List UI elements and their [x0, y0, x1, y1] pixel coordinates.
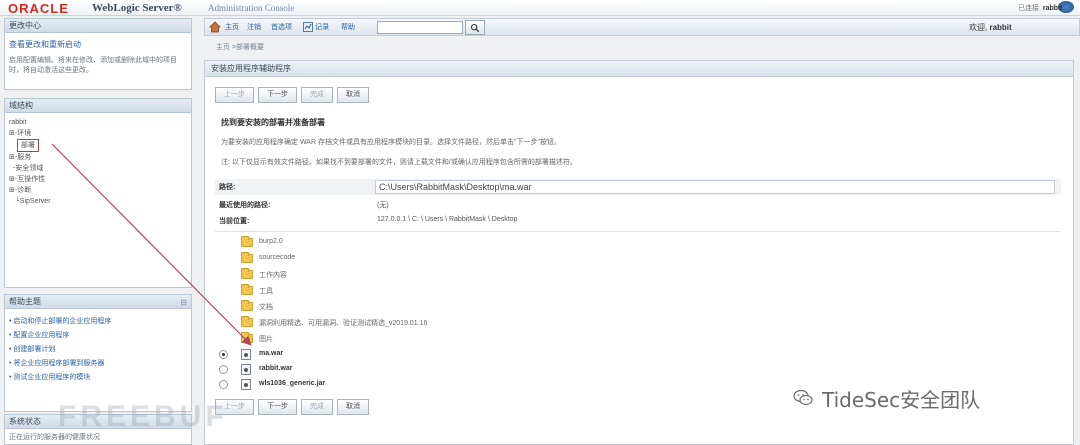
back-button[interactable]: 上一步: [215, 87, 254, 103]
search-input[interactable]: [377, 21, 463, 34]
view-changes-link[interactable]: 查看更改和重新启动: [9, 39, 187, 50]
file-radio[interactable]: [219, 380, 228, 389]
wizard-buttons-bottom: 上一步 下一步 完成 取消: [215, 399, 369, 415]
folder-icon: [241, 236, 253, 247]
file-item-ma-war[interactable]: ma.war: [215, 348, 615, 362]
watermark-tidesec: TideSec安全团队: [822, 388, 981, 412]
note-text: 注: 以下仅显示有效文件路径。如果找不到要部署的文件，则请上载文件和/或确认应用…: [221, 159, 577, 166]
domain-structure-panel: 域结构 rabbit ⊞-环境 部署 ⊞-服务 -安全领域 ⊞-互操作性 ⊞-诊…: [4, 98, 192, 288]
top-toolbar: 主页 注销 首选项 记录 帮助 欢迎, rabbit: [204, 18, 1080, 36]
help-topic-item[interactable]: 启动和停止部署的企业应用程序: [9, 315, 187, 329]
help-topic-item[interactable]: 将企业应用程序部署到服务器: [9, 357, 187, 371]
product-subtitle: Administration Console: [208, 3, 295, 13]
finish-button-bottom[interactable]: 完成: [301, 399, 333, 415]
cancel-button[interactable]: 取消: [337, 87, 369, 103]
file-radio[interactable]: [219, 350, 228, 359]
toolbar-preferences-link[interactable]: 首选项: [271, 22, 292, 32]
current-location-label: 当前位置:: [219, 218, 250, 225]
oracle-logo: ORACLE: [8, 1, 69, 16]
tree-item-diagnostics[interactable]: ⊞-诊断: [9, 185, 187, 196]
path-input[interactable]: [375, 180, 1055, 194]
tree-item-security-realms[interactable]: -安全领域: [9, 163, 187, 174]
folder-item[interactable]: 工具: [215, 284, 615, 298]
search-icon: [470, 23, 480, 33]
folder-item[interactable]: sourcecode: [215, 252, 615, 266]
record-icon[interactable]: [303, 22, 313, 32]
change-center-panel: 更改中心 查看更改和重新启动 启用配置编辑。将来在修改、添加或删除此域中的项目时…: [4, 18, 192, 90]
intro-text: 为要安装的应用程序确定 WAR 存档文件或具有应用程序模块的目录。选择文件路径，…: [221, 139, 561, 146]
folder-item[interactable]: 文档: [215, 300, 615, 314]
tree-item-sipserver[interactable]: └SipServer: [9, 196, 187, 207]
folder-icon: [241, 316, 253, 327]
left-sidebar: 更改中心 查看更改和重新启动 启用配置编辑。将来在修改、添加或删除此域中的项目时…: [4, 18, 192, 445]
search-button[interactable]: [465, 20, 485, 35]
cancel-button-bottom[interactable]: 取消: [337, 399, 369, 415]
file-item-jar[interactable]: wls1036_generic.jar: [215, 378, 615, 392]
path-row: 路径:: [215, 179, 1061, 195]
toolbar-logout-link[interactable]: 注销: [247, 22, 261, 32]
collapse-icon[interactable]: ⊟: [180, 296, 187, 310]
help-topics-panel: 帮助主题⊟ 启动和停止部署的企业应用程序 配置企业应用程序 创建部署计划 将企业…: [4, 294, 192, 412]
folder-item[interactable]: burp2.0: [215, 236, 615, 250]
finish-button[interactable]: 完成: [301, 87, 333, 103]
section-heading: 找到要安装的部署并准备部署: [221, 118, 325, 127]
recent-path-label: 最近使用的路径:: [219, 202, 271, 209]
change-center-text: 启用配置编辑。将来在修改、添加或删除此域中的项目时，将自动激活这些更改。: [9, 57, 177, 74]
watermark-freebuf: FREEBUF: [58, 400, 228, 433]
next-button[interactable]: 下一步: [258, 87, 297, 103]
help-topic-item[interactable]: 创建部署计划: [9, 343, 187, 357]
welcome-text: 欢迎, rabbit: [969, 23, 1012, 32]
header-banner: ORACLE WebLogic Server® Administration C…: [0, 0, 1080, 16]
folder-item[interactable]: 工作内容: [215, 268, 615, 282]
help-topic-item[interactable]: 配置企业应用程序: [9, 329, 187, 343]
tree-item-environment[interactable]: ⊞-环境: [9, 128, 187, 139]
war-file-icon: [241, 364, 251, 375]
home-icon[interactable]: [209, 21, 221, 33]
change-center-title: 更改中心: [5, 19, 191, 33]
help-topic-item[interactable]: 测试企业应用程序的模块: [9, 371, 187, 385]
folder-item[interactable]: 图片: [215, 332, 615, 346]
folder-icon: [241, 252, 253, 263]
current-location-row: 当前位置: 127.0.0.1 \ C: \ Users \ RabbitMas…: [215, 213, 1061, 229]
tree-root[interactable]: rabbit: [9, 117, 187, 128]
war-file-icon: [241, 349, 251, 360]
current-location-value[interactable]: 127.0.0.1 \ C: \ Users \ RabbitMask \ De…: [377, 216, 517, 223]
tree-item-services[interactable]: ⊞-服务: [9, 152, 187, 163]
domain-structure-title: 域结构: [5, 99, 191, 113]
toolbar-home-link[interactable]: 主页: [225, 22, 239, 32]
recent-path-value: (无): [377, 202, 389, 209]
help-topics-title: 帮助主题 ⊟: [5, 295, 191, 309]
folder-icon: [241, 332, 253, 343]
product-name: WebLogic Server®: [92, 2, 182, 14]
file-item-rabbit-war[interactable]: rabbit.war: [215, 363, 615, 377]
next-button-bottom[interactable]: 下一步: [258, 399, 297, 415]
path-label: 路径:: [219, 184, 236, 191]
folder-icon: [241, 284, 253, 295]
toolbar-help-link[interactable]: 帮助: [341, 22, 355, 32]
folder-icon: [241, 268, 253, 279]
tree-item-interoperability[interactable]: ⊞-互操作性: [9, 174, 187, 185]
connected-text: 已连接: rabbit: [1018, 5, 1063, 12]
toolbar-record-link[interactable]: 记录: [315, 22, 329, 32]
tree-item-deployments[interactable]: 部署: [9, 139, 187, 152]
file-browser: burp2.0 sourcecode 工作内容 工具 文档 漏洞利用精选、可用漏…: [215, 231, 1061, 391]
file-radio[interactable]: [219, 365, 228, 374]
folder-icon: [241, 300, 253, 311]
breadcrumb[interactable]: 主页 >部署概要: [216, 42, 264, 52]
page-title: 安装应用程序辅助程序: [205, 61, 1073, 77]
jar-file-icon: [241, 379, 251, 390]
recent-path-row: 最近使用的路径: (无): [215, 197, 1061, 213]
domain-tree: rabbit ⊞-环境 部署 ⊞-服务 -安全领域 ⊞-互操作性 ⊞-诊断 └S…: [5, 113, 191, 211]
wizard-buttons-top: 上一步 下一步 完成 取消: [215, 87, 369, 103]
folder-item[interactable]: 漏洞利用精选、可用漏洞、验证测试精选_v2019.01.16: [215, 316, 615, 330]
help-topic-list: 启动和停止部署的企业应用程序 配置企业应用程序 创建部署计划 将企业应用程序部署…: [5, 309, 191, 391]
